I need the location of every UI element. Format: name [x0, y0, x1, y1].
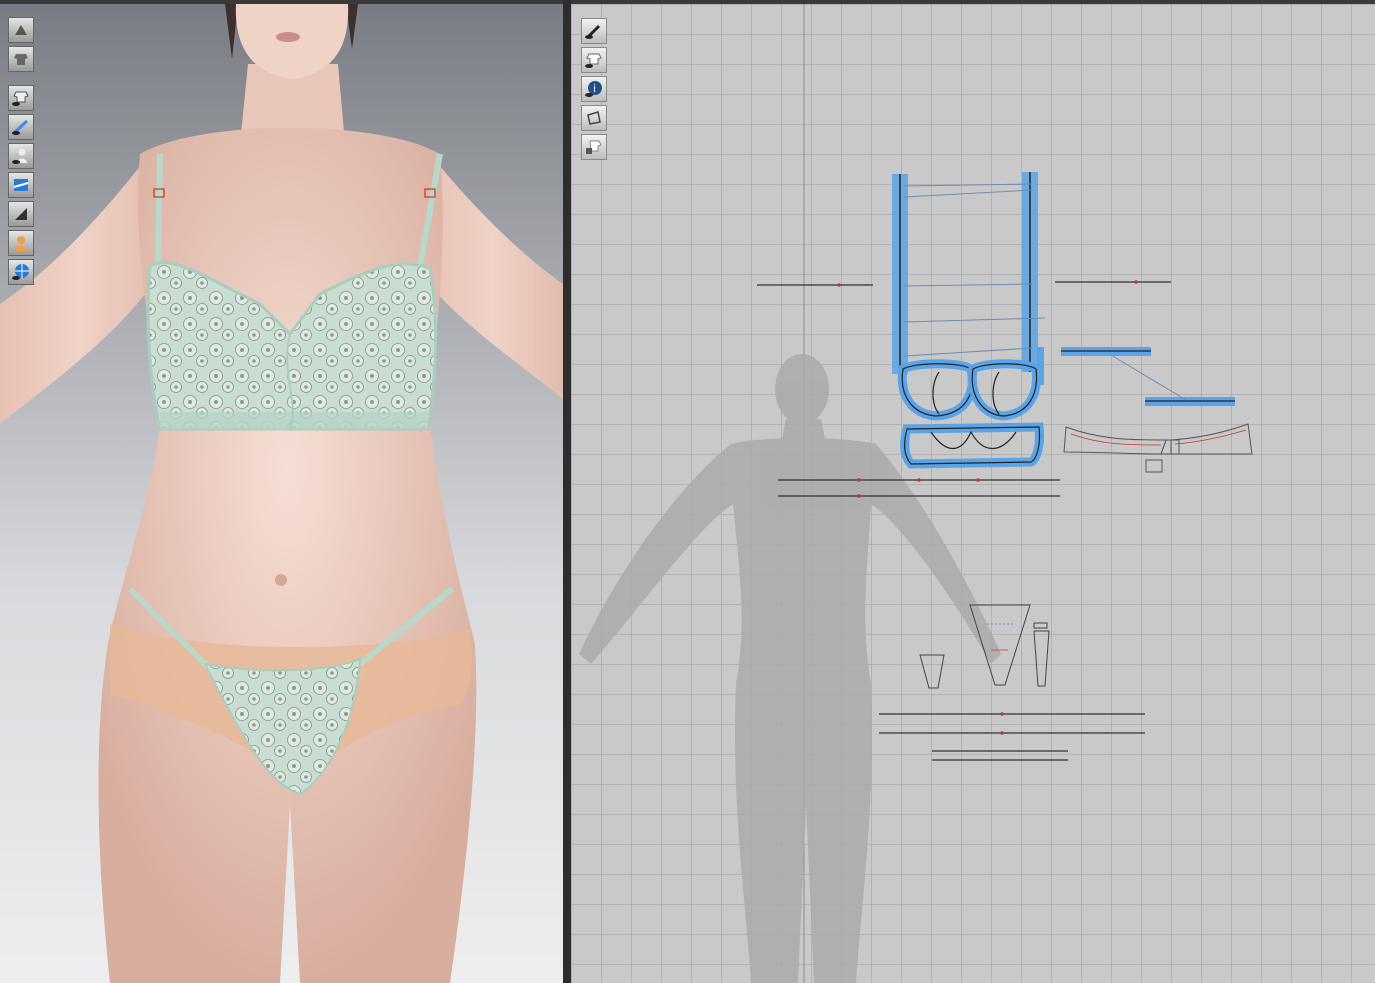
svg-text:i: i: [593, 82, 596, 95]
info-icon[interactable]: i: [581, 76, 607, 102]
3d-viewport[interactable]: [0, 4, 563, 983]
show-avatar-icon[interactable]: [8, 143, 34, 169]
shading-icon[interactable]: [8, 201, 34, 227]
2d-pattern-viewport[interactable]: i: [571, 4, 1375, 983]
pattern-strap-selected: [892, 172, 1046, 385]
viewport-divider[interactable]: [563, 0, 571, 983]
environment-globe-icon[interactable]: [8, 259, 34, 285]
pattern-piece-icon[interactable]: [581, 105, 607, 131]
avatar-silhouette: [579, 354, 1001, 983]
avatar-skin-icon[interactable]: [8, 230, 34, 256]
pattern-cups-selected: [897, 359, 1044, 469]
render-mode-icon[interactable]: [8, 17, 34, 43]
texture-fabric-icon[interactable]: [8, 172, 34, 198]
3d-toolbar: [8, 17, 34, 288]
show-garment-eye-icon[interactable]: [8, 85, 34, 111]
garment-shirt-icon[interactable]: [581, 47, 607, 73]
locked-garment-icon[interactable]: [581, 134, 607, 160]
pattern-straps-right-selected: [1061, 347, 1235, 406]
garment-show-icon[interactable]: [8, 46, 34, 72]
pattern-canvas: [579, 4, 1253, 983]
edit-pen-icon[interactable]: [581, 18, 607, 44]
avatar-render: [0, 4, 563, 983]
2d-toolbar: i: [581, 18, 607, 163]
pattern-band-pieces: [1063, 423, 1253, 473]
show-pins-icon[interactable]: [8, 114, 34, 140]
